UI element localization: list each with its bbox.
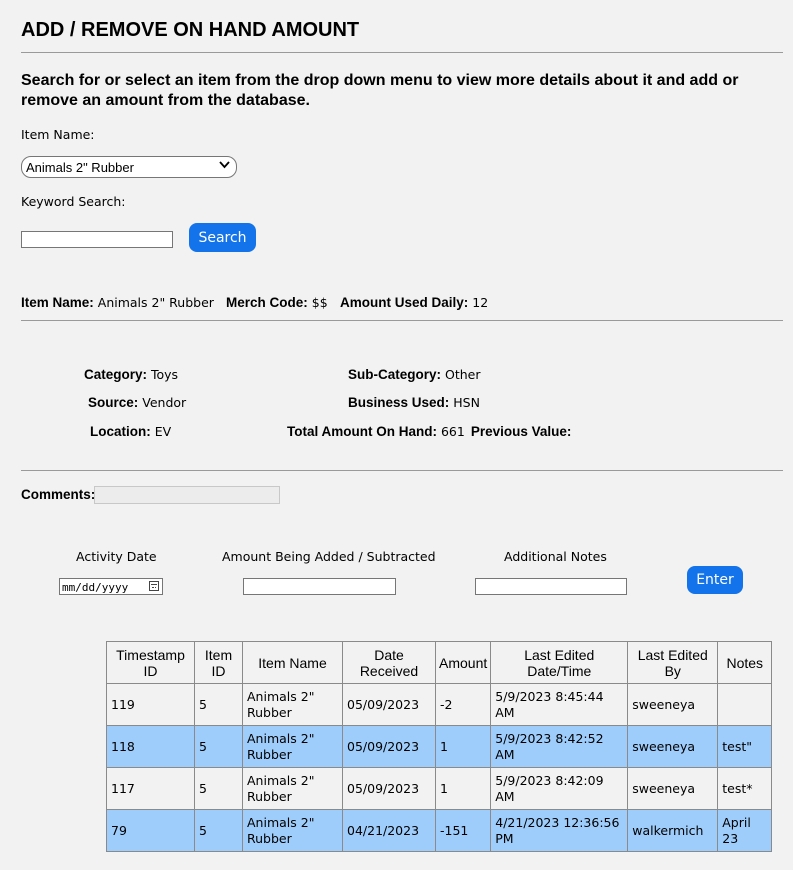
page-title: ADD / REMOVE ON HAND AMOUNT — [21, 19, 360, 41]
cell-date-received: 05/09/2023 — [342, 683, 436, 726]
cell-notes: test* — [717, 767, 773, 810]
merch-code-label: Merch Code: — [226, 295, 308, 310]
amount-used-label: Amount Used Daily: — [340, 295, 469, 310]
table-row: 118 5 Animals 2" Rubber 05/09/2023 1 5/9… — [106, 725, 773, 768]
cell-item-id: 5 — [194, 809, 243, 852]
column-header: Item ID — [194, 641, 243, 684]
cell-last-edited: 4/21/2023 12:36:56 PM — [490, 809, 629, 852]
cell-timestamp-id: 117 — [106, 767, 195, 810]
column-header: Amount — [434, 641, 492, 684]
keyword-search-input[interactable] — [21, 231, 173, 248]
comments-label-text: Comments: — [21, 487, 96, 502]
detail-subcategory: Sub-Category: Other — [348, 367, 481, 382]
detail-business-used: Business Used: HSN — [348, 395, 480, 410]
additional-notes-input[interactable] — [475, 578, 627, 595]
merch-code-value: $$ — [311, 295, 328, 310]
cell-notes: April 23 — [717, 809, 773, 852]
source-label: Source: — [88, 395, 139, 410]
cell-date-received: 05/09/2023 — [342, 725, 436, 768]
divider — [21, 470, 783, 471]
calendar-icon[interactable] — [149, 581, 159, 591]
table-row: 117 5 Animals 2" Rubber 05/09/2023 1 5/9… — [106, 767, 773, 810]
column-header: Timestamp ID — [106, 641, 195, 684]
search-button[interactable]: Search — [189, 223, 256, 252]
activity-date-placeholder: mm/dd/yyyy — [62, 581, 129, 594]
comments-label: Comments: — [21, 487, 95, 502]
summary-amount-used: Amount Used Daily: 12 — [340, 295, 488, 310]
category-value: Toys — [151, 367, 179, 382]
keyword-search-label: Keyword Search: — [21, 194, 126, 209]
cell-timestamp-id: 79 — [106, 809, 195, 852]
cell-date-received: 04/21/2023 — [342, 809, 436, 852]
cell-amount: -2 — [434, 683, 492, 726]
detail-source: Source: Vendor — [88, 395, 186, 410]
cell-item-name: Animals 2" Rubber — [242, 809, 343, 852]
comments-field[interactable] — [94, 486, 280, 504]
amount-label: Amount Being Added / Subtracted — [222, 549, 436, 564]
column-header: Notes — [717, 641, 773, 684]
business-used-value: HSN — [453, 395, 480, 410]
column-header: Last Edited Date/Time — [490, 641, 629, 684]
detail-total-on-hand: Total Amount On Hand: 661 Previous Value… — [287, 424, 571, 439]
additional-notes-label: Additional Notes — [504, 549, 607, 564]
subcategory-label: Sub-Category: — [348, 367, 442, 382]
category-label: Category: — [84, 367, 148, 382]
subcategory-value: Other — [445, 367, 481, 382]
table-header-row: Timestamp ID Item ID Item Name Date Rece… — [106, 641, 773, 684]
total-on-hand-value: 661 — [440, 424, 465, 439]
column-header: Last Edited By — [627, 641, 719, 684]
cell-last-edited: 5/9/2023 8:42:09 AM — [490, 767, 629, 810]
page-intro: Search for or select an item from the dr… — [21, 72, 739, 109]
cell-item-id: 5 — [194, 683, 243, 726]
amount-input[interactable] — [243, 578, 396, 595]
cell-last-edited: 5/9/2023 8:42:52 AM — [490, 725, 629, 768]
cell-last-edited: 5/9/2023 8:45:44 AM — [490, 683, 629, 726]
divider — [21, 320, 783, 321]
cell-edited-by: sweeneya — [627, 683, 719, 726]
table-row: 79 5 Animals 2" Rubber 04/21/2023 -151 4… — [106, 809, 773, 852]
cell-notes: test" — [717, 725, 773, 768]
amount-used-value: 12 — [472, 295, 489, 310]
source-value: Vendor — [142, 395, 187, 410]
divider — [21, 52, 783, 53]
previous-value-label: Previous Value: — [470, 424, 572, 439]
history-table: Timestamp ID Item ID Item Name Date Rece… — [106, 641, 773, 852]
cell-item-name: Animals 2" Rubber — [242, 683, 343, 726]
cell-timestamp-id: 118 — [106, 725, 195, 768]
activity-date-input[interactable]: mm/dd/yyyy — [59, 578, 163, 595]
total-on-hand-label: Total Amount On Hand: — [287, 424, 437, 439]
cell-notes — [717, 683, 773, 726]
cell-item-id: 5 — [194, 725, 243, 768]
cell-item-name: Animals 2" Rubber — [242, 725, 343, 768]
cell-amount: 1 — [434, 725, 492, 768]
summary-item-name-value: Animals 2" Rubber — [97, 295, 214, 310]
location-value: EV — [154, 424, 172, 439]
summary-item-name-label: Item Name: — [21, 295, 94, 310]
detail-location: Location: EV — [90, 424, 171, 439]
summary-merch-code: Merch Code: $$ — [226, 295, 328, 310]
cell-item-name: Animals 2" Rubber — [242, 767, 343, 810]
enter-button[interactable]: Enter — [687, 566, 743, 594]
cell-timestamp-id: 119 — [106, 683, 195, 726]
activity-date-label: Activity Date — [76, 549, 157, 564]
column-header: Item Name — [242, 641, 343, 684]
business-used-label: Business Used: — [348, 395, 450, 410]
summary-item-name: Item Name: Animals 2" Rubber — [21, 295, 214, 310]
item-name-label: Item Name: — [21, 127, 95, 142]
cell-item-id: 5 — [194, 767, 243, 810]
detail-category: Category: Toys — [84, 367, 178, 382]
table-row: 119 5 Animals 2" Rubber 05/09/2023 -2 5/… — [106, 683, 773, 726]
cell-amount: -151 — [434, 809, 492, 852]
cell-edited-by: sweeneya — [627, 725, 719, 768]
cell-amount: 1 — [434, 767, 492, 810]
location-label: Location: — [90, 424, 151, 439]
cell-edited-by: walkermich — [627, 809, 719, 852]
cell-edited-by: sweeneya — [627, 767, 719, 810]
cell-date-received: 05/09/2023 — [342, 767, 436, 810]
column-header: Date Received — [342, 641, 436, 684]
item-select[interactable]: Animals 2" Rubber — [21, 156, 237, 178]
